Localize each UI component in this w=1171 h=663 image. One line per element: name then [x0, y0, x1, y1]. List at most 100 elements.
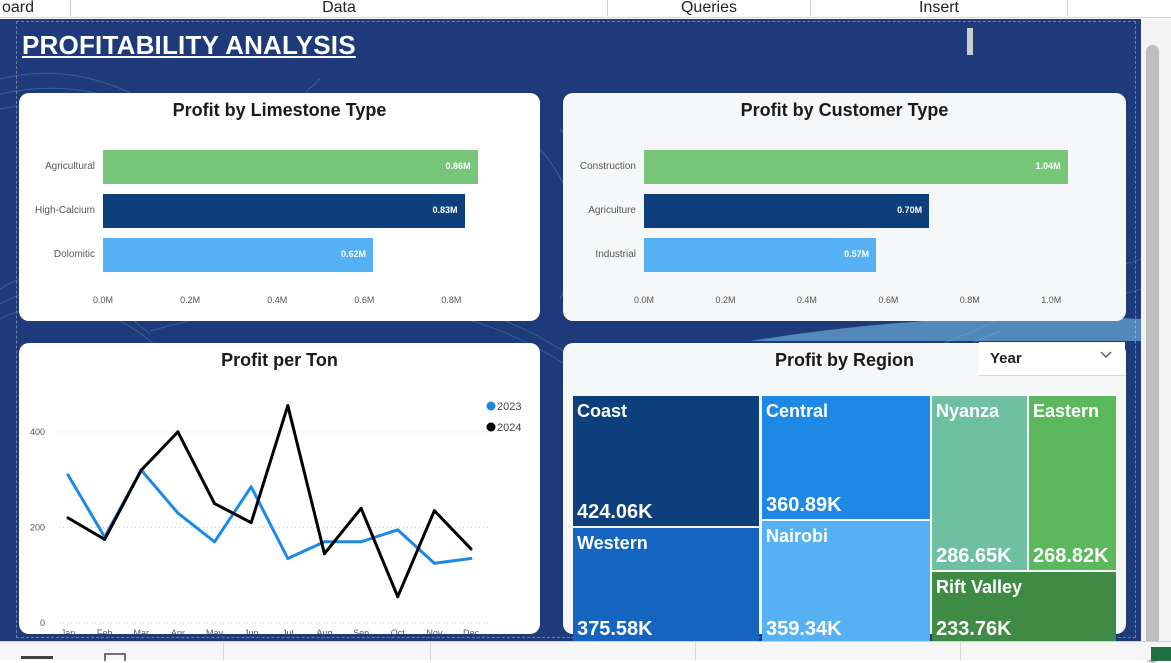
y-tick-label: 400 [30, 427, 45, 437]
x-tick-label: Nov [426, 628, 443, 634]
y-tick-label: 200 [30, 522, 45, 532]
tile-value: 359.34K [766, 618, 842, 640]
x-tick-label: Apr [171, 628, 185, 634]
tile-value: 233.76K [936, 618, 1012, 640]
bottom-divider [695, 642, 696, 661]
bottom-divider [223, 642, 224, 661]
data-point[interactable] [469, 547, 473, 551]
category-label: Agricultural [44, 161, 95, 172]
series-line-2024[interactable] [67, 404, 473, 599]
data-point[interactable] [322, 540, 326, 544]
treemap-tile[interactable]: Western 375.58K [573, 528, 759, 641]
treemap-tile[interactable]: Central 360.89K [762, 396, 930, 519]
bar[interactable]: 0.83M [103, 194, 465, 228]
tile-value: 375.58K [577, 618, 653, 640]
treemap-tile[interactable]: Eastern 268.82K [1029, 396, 1116, 570]
data-point[interactable] [249, 485, 253, 489]
bar[interactable]: 0.70M [644, 194, 930, 228]
x-tick-label: 0.2M [180, 295, 201, 305]
treemap-tile[interactable]: Coast 424.06K [573, 396, 759, 526]
data-point[interactable] [213, 540, 217, 544]
x-tick-label: May [206, 628, 224, 634]
tab-dashboard[interactable]: oard [0, 0, 40, 18]
y-tick-label: 0 [40, 618, 45, 628]
tile-name: Central [766, 401, 829, 421]
tab-data[interactable]: Data [71, 0, 607, 18]
bar-value-label: 0.62M [341, 249, 367, 259]
tile-value: 268.82K [1033, 545, 1109, 567]
data-point[interactable] [396, 528, 400, 532]
data-point[interactable] [139, 468, 143, 472]
tile-name: Western [577, 533, 648, 553]
bottom-divider [960, 642, 961, 661]
profit-by-region-card[interactable]: Profit by Region Coast 424.06K Western 375.… [563, 343, 1126, 641]
category-label: Construction [579, 161, 636, 172]
canvas-scroll-marker [967, 28, 973, 55]
data-point[interactable] [359, 540, 363, 544]
data-point[interactable] [396, 595, 400, 599]
tile-name: Eastern [1033, 401, 1100, 421]
dashboard-canvas: PROFITABILITY ANALYSIS Profit by Limesto… [0, 19, 1141, 641]
scrollbar-thumb[interactable] [1146, 45, 1159, 663]
data-point[interactable] [176, 511, 180, 515]
x-tick-label: 0.4M [796, 295, 817, 305]
data-point[interactable] [286, 557, 290, 560]
page-icon[interactable] [104, 644, 128, 661]
data-point[interactable] [322, 552, 326, 556]
limestone-chart-card[interactable]: Profit by Limestone Type Agricultural 0.8… [19, 93, 540, 321]
bar-value-label: 1.04M [1035, 161, 1061, 171]
data-point[interactable] [249, 521, 253, 525]
category-label: Agriculture [588, 205, 636, 216]
x-tick-label: Jun [244, 628, 259, 634]
profit-per-ton-line-chart: 0 200 400 Jan Feb Mar Apr May Jun Jul Aug Sep Oct Nov… [30, 401, 522, 634]
data-point[interactable] [66, 516, 70, 520]
vertical-scrollbar[interactable] [1141, 19, 1171, 663]
bar[interactable]: 0.57M [644, 238, 877, 272]
bar[interactable]: 0.86M [103, 150, 478, 184]
data-point[interactable] [359, 506, 363, 510]
data-point[interactable] [66, 473, 70, 477]
chart-title: Profit by Customer Type [740, 100, 949, 120]
tab-queries[interactable]: Queries [608, 0, 810, 18]
treemap-tile[interactable]: Nairobi 359.34K [762, 521, 930, 641]
bar-value-label: 0.83M [432, 205, 458, 215]
x-tick-label: Oct [391, 628, 406, 634]
tile-name: Nairobi [766, 526, 829, 546]
tab-insert[interactable]: Insert [811, 0, 1067, 18]
profit-per-ton-card[interactable]: Profit per Ton 0 200 400 Jan Feb Mar Apr May Jun… [19, 343, 540, 634]
chevron-down-icon[interactable] [1099, 348, 1113, 362]
data-point[interactable] [432, 509, 436, 513]
data-point[interactable] [103, 537, 107, 541]
treemap-tile[interactable]: Nyanza 286.65K [932, 396, 1027, 570]
x-tick-label: Aug [316, 628, 332, 634]
x-tick-label: Jan [61, 628, 76, 634]
x-tick-label: 0.0M [92, 295, 113, 305]
series-line-2023[interactable] [66, 468, 472, 565]
treemap-tile[interactable]: Rift Valley 233.76K [932, 572, 1116, 641]
x-tick-label: 0.6M [878, 295, 899, 305]
legend-label: 2024 [497, 422, 521, 434]
bar-value-label: 0.57M [844, 249, 870, 259]
view-icon[interactable] [20, 646, 54, 661]
bar-value-label: 0.86M [445, 161, 471, 171]
customer-chart-card[interactable]: Profit by Customer Type Construction 1.04… [563, 93, 1126, 321]
bar[interactable]: 0.62M [103, 238, 374, 272]
x-tick-label: 0.8M [441, 295, 462, 305]
bottom-status-bar [0, 641, 1171, 661]
tile-name: Coast [577, 401, 628, 421]
bar-value-label: 0.70M [897, 205, 923, 215]
x-tick-label: Mar [134, 628, 150, 634]
data-point[interactable] [469, 557, 473, 560]
x-tick-label: 0.8M [959, 295, 980, 305]
data-point[interactable] [286, 404, 290, 408]
top-tab-bar: oard Data Queries Insert [0, 0, 1171, 18]
data-point[interactable] [432, 561, 436, 565]
bar[interactable]: 1.04M [644, 150, 1068, 184]
x-tick-label: Sep [353, 628, 369, 634]
x-tick-label: 0.0M [633, 295, 654, 305]
category-label: Industrial [595, 249, 636, 260]
data-point[interactable] [213, 502, 217, 506]
data-point[interactable] [176, 430, 180, 434]
tile-value: 360.89K [766, 494, 842, 516]
year-slicer[interactable]: Year [979, 342, 1125, 376]
